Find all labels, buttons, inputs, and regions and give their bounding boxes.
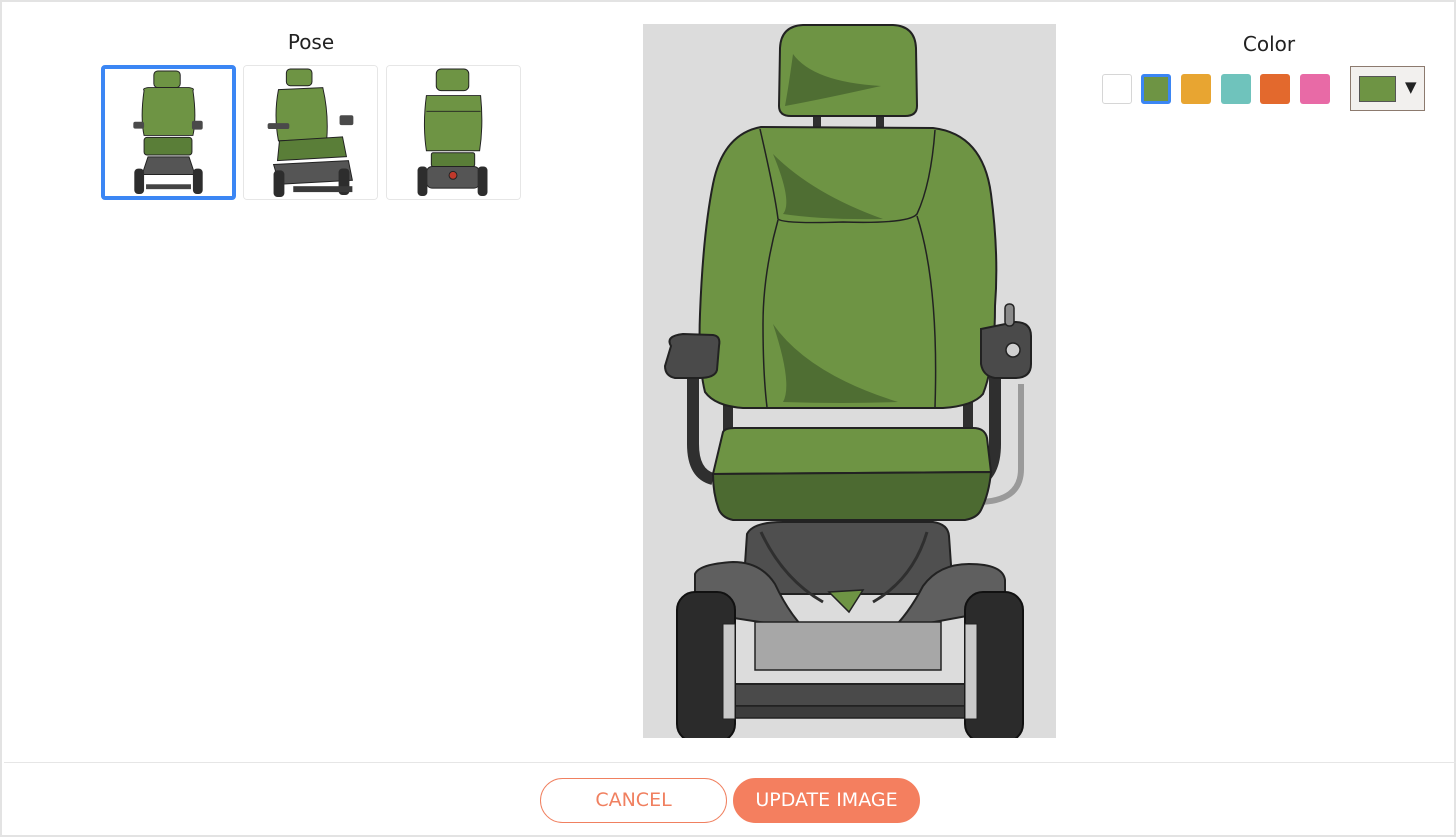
wheelchair-angle-thumbnail-image bbox=[244, 66, 377, 199]
wheelchair-preview-image bbox=[643, 24, 1056, 738]
custom-color-picker[interactable]: ▼ bbox=[1350, 66, 1425, 111]
editor-dialog: Pose Color ▼ CANCEL UPDATE IMAGE bbox=[0, 0, 1456, 837]
wheelchair-front-thumbnail-image bbox=[105, 69, 232, 196]
cancel-button[interactable]: CANCEL bbox=[540, 778, 727, 823]
color-swatch-teal[interactable] bbox=[1221, 74, 1251, 104]
pose-title: Pose bbox=[287, 30, 335, 54]
pose-thumbnail-angle[interactable] bbox=[243, 65, 378, 200]
color-title: Color bbox=[1242, 32, 1296, 56]
color-swatch-orange-yellow[interactable] bbox=[1181, 74, 1211, 104]
wheelchair-back-thumbnail-image bbox=[387, 66, 520, 199]
wheelchair-preview bbox=[643, 24, 1056, 738]
color-swatch-green[interactable] bbox=[1141, 74, 1171, 104]
pose-thumbnail-front[interactable] bbox=[101, 65, 236, 200]
update-image-button[interactable]: UPDATE IMAGE bbox=[733, 778, 920, 823]
dropdown-arrow-icon: ▼ bbox=[1405, 78, 1417, 96]
color-swatch-orange[interactable] bbox=[1260, 74, 1290, 104]
current-color-chip bbox=[1359, 76, 1396, 102]
footer-divider bbox=[4, 762, 1456, 763]
pose-thumbnail-back[interactable] bbox=[386, 65, 521, 200]
color-swatch-white[interactable] bbox=[1102, 74, 1132, 104]
color-swatch-pink[interactable] bbox=[1300, 74, 1330, 104]
